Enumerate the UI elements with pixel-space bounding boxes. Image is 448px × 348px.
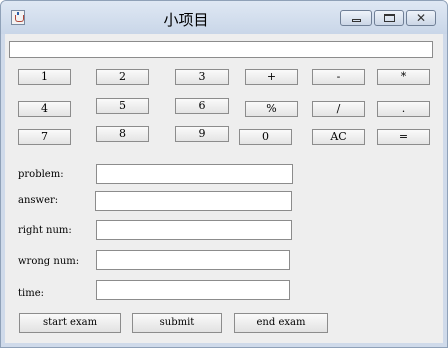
- key-6[interactable]: 6: [175, 98, 229, 114]
- maximize-button[interactable]: [374, 10, 404, 26]
- key-9[interactable]: 9: [175, 126, 229, 142]
- key-4[interactable]: 4: [18, 101, 71, 117]
- display-field[interactable]: [9, 41, 433, 58]
- key-5[interactable]: 5: [96, 98, 149, 114]
- app-window: 小项目 ✕ 1 2 3 + - * 4 5 6 % / . 7 8 9 0 AC…: [0, 0, 448, 348]
- key-0[interactable]: 0: [239, 129, 292, 145]
- key-multiply[interactable]: *: [377, 69, 430, 85]
- submit-button[interactable]: submit: [132, 313, 222, 333]
- key-2[interactable]: 2: [96, 69, 149, 85]
- key-percent[interactable]: %: [245, 101, 298, 117]
- key-clear[interactable]: AC: [312, 129, 365, 145]
- right-num-field[interactable]: [96, 220, 292, 240]
- problem-field[interactable]: [96, 164, 293, 184]
- key-1[interactable]: 1: [18, 69, 71, 85]
- content-panel: 1 2 3 + - * 4 5 6 % / . 7 8 9 0 AC = pro…: [5, 34, 443, 343]
- key-divide[interactable]: /: [312, 101, 365, 117]
- maximize-icon: [384, 14, 395, 22]
- problem-label: problem:: [18, 169, 64, 180]
- key-plus[interactable]: +: [245, 69, 298, 85]
- java-icon: [11, 10, 25, 25]
- window-title: 小项目: [163, 11, 209, 29]
- key-decimal[interactable]: .: [377, 101, 430, 117]
- key-8[interactable]: 8: [96, 126, 149, 142]
- minimize-button[interactable]: [340, 10, 372, 26]
- key-equals[interactable]: =: [377, 129, 430, 145]
- wrong-num-field[interactable]: [96, 250, 290, 270]
- key-7[interactable]: 7: [18, 129, 71, 145]
- answer-label: answer:: [18, 195, 59, 206]
- minimize-icon: [352, 19, 361, 22]
- wrong-num-label: wrong num:: [18, 256, 80, 267]
- end-exam-button[interactable]: end exam: [234, 313, 328, 333]
- answer-field[interactable]: [95, 191, 292, 211]
- close-icon: ✕: [415, 11, 427, 25]
- start-exam-button[interactable]: start exam: [19, 313, 121, 333]
- right-num-label: right num:: [18, 225, 72, 236]
- key-minus[interactable]: -: [312, 69, 365, 85]
- time-field[interactable]: [96, 280, 290, 300]
- close-button[interactable]: ✕: [406, 10, 436, 26]
- title-bar[interactable]: 小项目 ✕: [1, 1, 447, 34]
- time-label: time:: [18, 288, 44, 299]
- key-3[interactable]: 3: [175, 69, 229, 85]
